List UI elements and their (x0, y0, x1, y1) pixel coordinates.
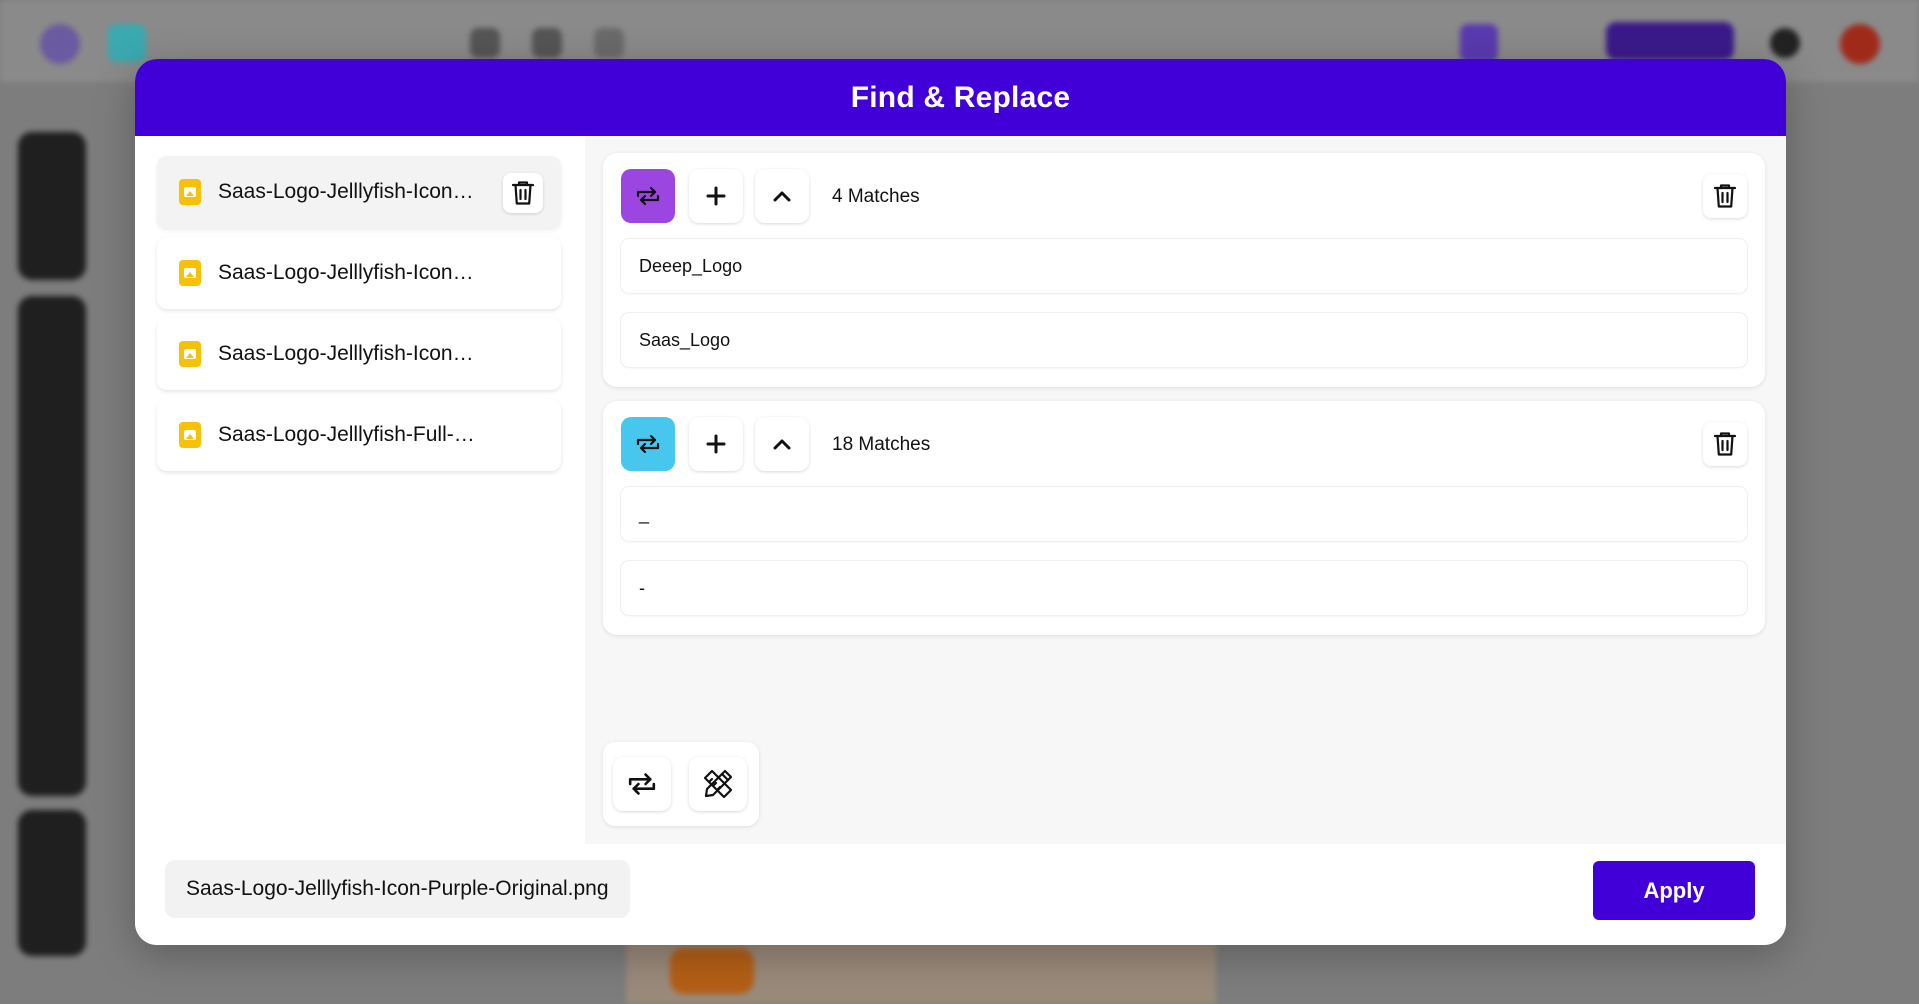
image-file-icon (179, 179, 201, 205)
bg-canvas-shape (670, 948, 754, 994)
file-name: Saas-Logo-Jelllyfish-Icon… (218, 180, 474, 203)
repeat-icon (628, 773, 656, 795)
bg-grid-icon (532, 28, 562, 58)
bg-app-logo (40, 24, 80, 64)
add-rule-button[interactable] (689, 417, 743, 471)
file-name: Saas-Logo-Jelllyfish-Full-… (218, 423, 475, 446)
replace-input[interactable]: Saas_Logo (621, 313, 1747, 367)
bg-toolbar-top (18, 132, 86, 280)
bg-avatar (1840, 24, 1880, 64)
collapse-button[interactable] (755, 417, 809, 471)
file-name: Saas-Logo-Jelllyfish-Icon… (218, 342, 474, 365)
bg-doc-icon (108, 24, 146, 62)
modal-title: Find & Replace (850, 80, 1071, 114)
match-count: 18 Matches (832, 434, 931, 455)
bg-notification-icon (1770, 28, 1800, 58)
image-file-icon (179, 341, 201, 367)
apply-button[interactable]: Apply (1593, 861, 1755, 920)
group-toggle-button[interactable] (621, 169, 675, 223)
replace-input[interactable]: - (621, 561, 1747, 615)
file-item[interactable]: Saas-Logo-Jelllyfish-Icon… (157, 156, 561, 228)
modal-header: Find & Replace (135, 59, 1786, 136)
modal-body: Saas-Logo-Jelllyfish-Icon… Saas-Logo-Jel… (135, 136, 1786, 844)
find-input[interactable]: _ (621, 487, 1747, 541)
replace-all-button[interactable] (613, 757, 671, 811)
bg-folder-icon (470, 28, 500, 58)
current-file-name: Saas-Logo-Jelllyfish-Icon-Purple-Origina… (165, 860, 630, 918)
replace-rule-group: 4 Matches Deeep_Logo Saas_Logo (603, 153, 1765, 387)
image-file-icon (179, 422, 201, 448)
tool-group (603, 742, 759, 826)
design-tools-button[interactable] (689, 757, 747, 811)
repeat-icon (636, 434, 660, 454)
file-list: Saas-Logo-Jelllyfish-Icon… Saas-Logo-Jel… (135, 136, 585, 844)
bg-toolbar-bottom (18, 810, 86, 956)
trash-icon (1713, 184, 1737, 208)
replace-rule-group: 18 Matches _ - (603, 401, 1765, 635)
design-tools-icon (703, 769, 733, 799)
match-count: 4 Matches (832, 186, 920, 207)
plus-icon (706, 434, 726, 454)
file-item[interactable]: Saas-Logo-Jelllyfish-Full-… (157, 399, 561, 471)
chevron-up-icon (773, 439, 791, 450)
add-rule-button[interactable] (689, 169, 743, 223)
collapse-button[interactable] (755, 169, 809, 223)
file-item[interactable]: Saas-Logo-Jelllyfish-Icon… (157, 237, 561, 309)
trash-icon (511, 181, 535, 205)
trash-icon (1713, 432, 1737, 456)
repeat-icon (636, 186, 660, 206)
file-item[interactable]: Saas-Logo-Jelllyfish-Icon… (157, 318, 561, 390)
file-name: Saas-Logo-Jelllyfish-Icon… (218, 261, 474, 284)
delete-group-button[interactable] (1703, 422, 1747, 466)
chevron-up-icon (773, 191, 791, 202)
find-input[interactable]: Deeep_Logo (621, 239, 1747, 293)
bg-toolbar-middle (18, 296, 86, 796)
delete-group-button[interactable] (1703, 174, 1747, 218)
delete-file-button[interactable] (503, 173, 543, 213)
image-file-icon (179, 260, 201, 286)
plus-icon (706, 186, 726, 206)
bg-user-badge (1460, 24, 1498, 62)
find-replace-modal: Find & Replace Saas-Logo-Jelllyfish-Icon… (135, 59, 1786, 945)
rules-panel: 4 Matches Deeep_Logo Saas_Logo 18 Matche… (585, 136, 1786, 844)
bg-layout-icon (594, 28, 624, 58)
modal-footer: Saas-Logo-Jelllyfish-Icon-Purple-Origina… (135, 844, 1786, 945)
bg-export-button (1606, 22, 1734, 60)
group-toggle-button[interactable] (621, 417, 675, 471)
